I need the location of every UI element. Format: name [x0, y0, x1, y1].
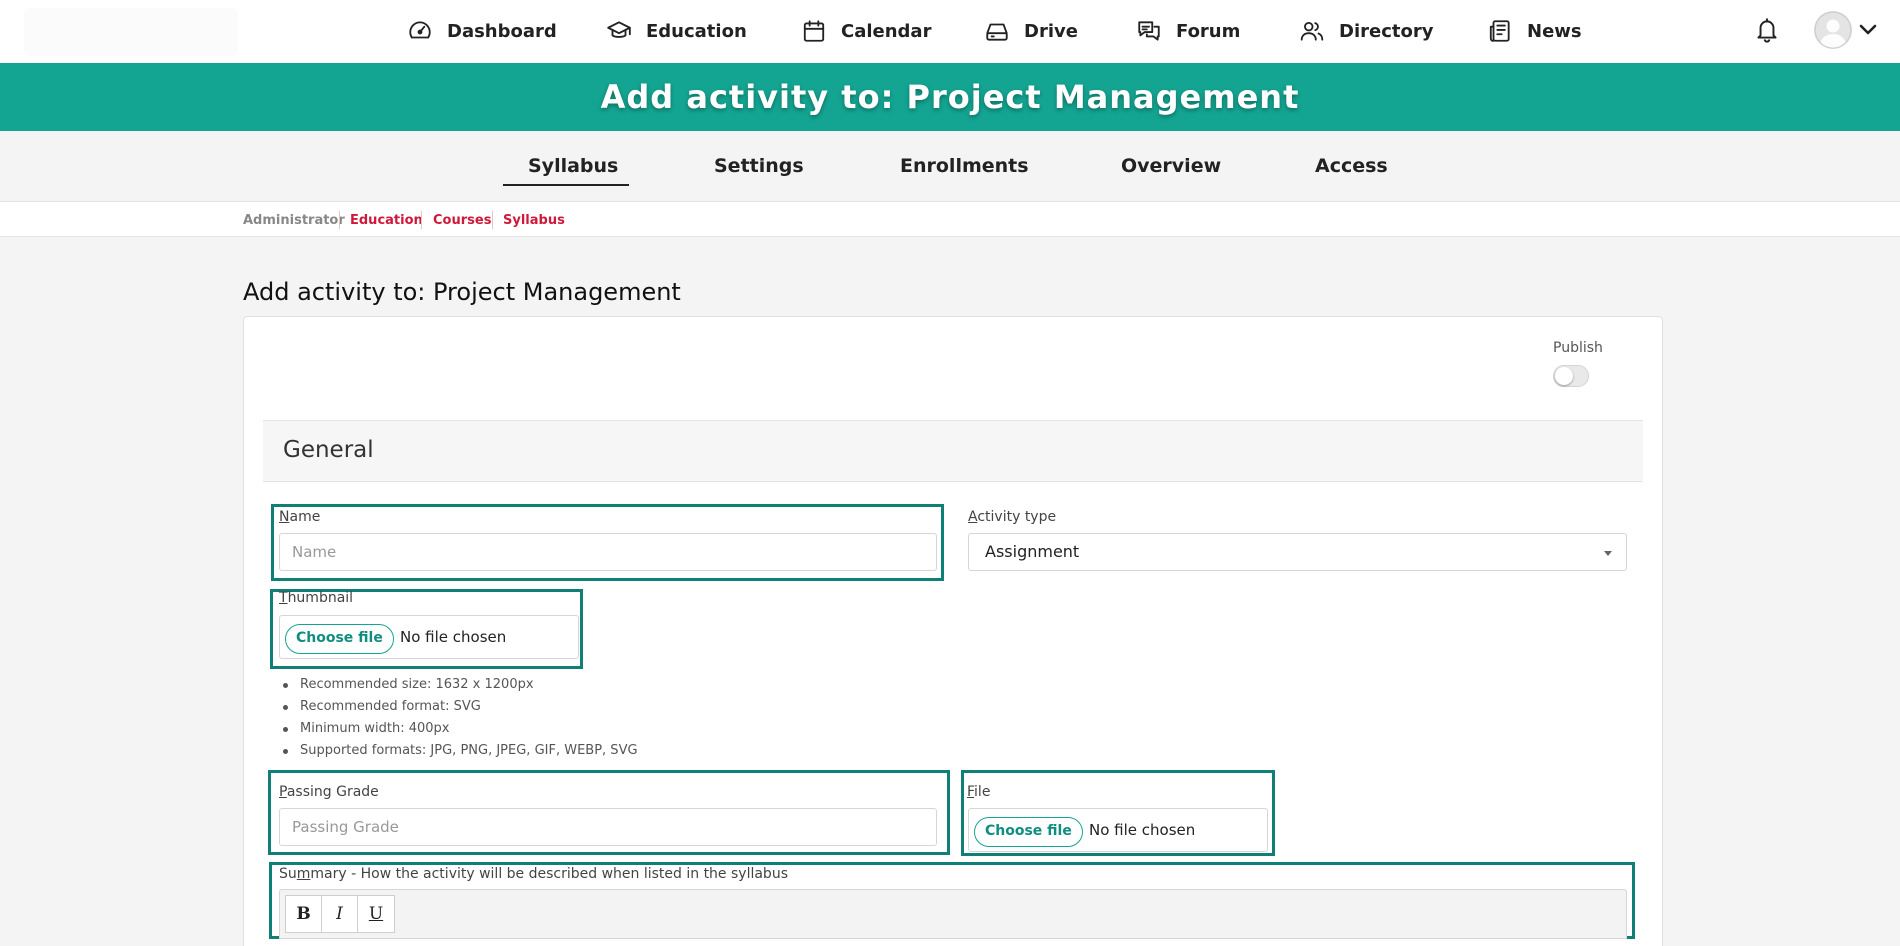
bell-icon: [1757, 18, 1777, 43]
activity-type-value: Assignment: [985, 542, 1080, 561]
people-icon: [1300, 21, 1324, 41]
graduation-cap-icon: [607, 21, 631, 38]
bold-button[interactable]: B: [286, 896, 322, 932]
name-input[interactable]: Name: [279, 533, 937, 571]
active-tab-indicator: [503, 184, 629, 186]
thumbnail-hints: Recommended size: 1632 x 1200px Recommen…: [283, 674, 638, 762]
banner-title: Add activity to: Project Management: [600, 78, 1300, 116]
summary-label: Summary - How the activity will be descr…: [279, 866, 788, 882]
nav-label-drive: Drive: [1024, 20, 1078, 42]
nav-item-education[interactable]: Education: [606, 18, 747, 44]
hint-item: Recommended format: SVG: [283, 696, 638, 718]
passing-grade-label: Passing Grade: [279, 784, 379, 800]
notifications-button[interactable]: [1754, 16, 1780, 44]
nav-label-dashboard: Dashboard: [447, 20, 557, 42]
nav-label-directory: Directory: [1339, 20, 1434, 42]
thumbnail-choose-file-button[interactable]: Choose file: [285, 624, 394, 654]
nav-item-drive[interactable]: Drive: [984, 18, 1078, 44]
passing-grade-input[interactable]: Passing Grade: [279, 808, 937, 846]
drive-icon: [986, 23, 1008, 41]
newspaper-icon: [1489, 20, 1510, 42]
breadcrumb-education[interactable]: Education: [350, 213, 423, 228]
hint-item: Recommended size: 1632 x 1200px: [283, 674, 638, 696]
nav-item-calendar[interactable]: Calendar: [801, 18, 931, 44]
underline-button[interactable]: U: [358, 896, 394, 932]
nav-item-dashboard[interactable]: Dashboard: [407, 18, 557, 44]
activity-type-label: Activity type: [968, 509, 1057, 525]
hint-item: Minimum width: 400px: [283, 718, 638, 740]
breadcrumb-separator: [339, 211, 340, 229]
publish-label: Publish: [1553, 340, 1603, 356]
section-title: General: [283, 437, 374, 463]
breadcrumb-administrator: Administrator: [243, 213, 345, 228]
dashboard-gauge-icon: [409, 21, 431, 39]
nav-label-news: News: [1527, 20, 1582, 42]
user-menu-toggle[interactable]: [1858, 22, 1878, 36]
section-header-general: General: [263, 420, 1643, 482]
user-avatar-icon: [1814, 11, 1852, 49]
chevron-down-icon: [1859, 24, 1877, 35]
page-banner: Add activity to: Project Management: [0, 63, 1900, 131]
nav-label-education: Education: [646, 20, 747, 42]
thumbnail-label: Thumbnail: [279, 590, 354, 606]
nav-label-forum: Forum: [1176, 20, 1241, 42]
toggle-knob: [1555, 367, 1573, 385]
nav-item-directory[interactable]: Directory: [1299, 18, 1433, 44]
page-title: Add activity to: Project Management: [243, 278, 681, 306]
nav-item-news[interactable]: News: [1487, 18, 1582, 44]
chat-bubbles-icon: [1138, 21, 1160, 41]
format-button-group: B I U: [285, 895, 395, 933]
thumbnail-file-input[interactable]: Choose file No file chosen: [279, 615, 579, 659]
file-status: No file chosen: [1089, 821, 1196, 839]
publish-toggle[interactable]: [1553, 365, 1589, 387]
summary-editor-toolbar: B I U: [279, 889, 1627, 939]
thumbnail-file-status: No file chosen: [400, 628, 507, 646]
user-avatar[interactable]: [1814, 11, 1852, 49]
caret-down-icon: [1604, 551, 1612, 556]
name-label: Name: [279, 509, 321, 525]
tab-access[interactable]: Access: [1315, 155, 1388, 177]
top-navbar: Dashboard Education Calendar Drive Forum…: [0, 0, 1900, 63]
tab-settings[interactable]: Settings: [714, 155, 804, 177]
nav-item-forum[interactable]: Forum: [1136, 18, 1240, 44]
course-tabs: Syllabus Settings Enrollments Overview A…: [0, 131, 1900, 201]
file-input[interactable]: Choose file No file chosen: [968, 808, 1268, 852]
file-choose-file-button[interactable]: Choose file: [974, 817, 1083, 847]
breadcrumb-separator: [421, 211, 422, 229]
activity-type-select[interactable]: Assignment: [968, 533, 1627, 571]
breadcrumb-syllabus[interactable]: Syllabus: [503, 213, 565, 228]
breadcrumb-courses[interactable]: Courses: [433, 213, 491, 228]
tab-overview[interactable]: Overview: [1121, 155, 1221, 177]
tab-enrollments[interactable]: Enrollments: [900, 155, 1029, 177]
tab-syllabus[interactable]: Syllabus: [528, 155, 618, 177]
logo[interactable]: [24, 8, 238, 56]
file-label: File: [967, 784, 991, 800]
italic-button[interactable]: I: [322, 896, 358, 932]
nav-label-calendar: Calendar: [841, 20, 932, 42]
calendar-icon: [803, 20, 825, 42]
breadcrumb: Administrator Education Courses Syllabus: [0, 201, 1900, 237]
hint-item: Supported formats: JPG, PNG, JPEG, GIF, …: [283, 740, 638, 762]
breadcrumb-separator: [492, 211, 493, 229]
